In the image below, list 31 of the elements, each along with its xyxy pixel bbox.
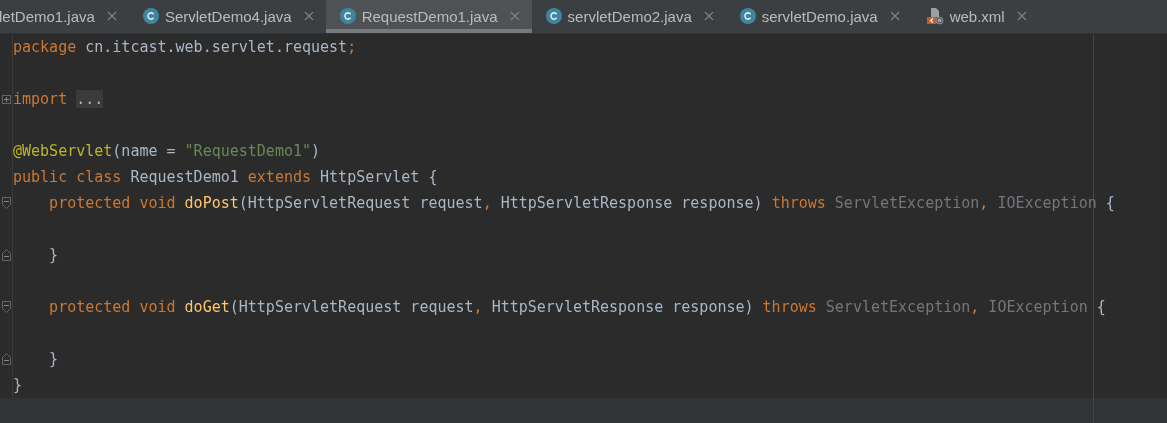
close-icon[interactable]: [303, 11, 314, 22]
code-line: }: [48, 349, 59, 370]
code-line: protected void doGet(HttpServletRequest request, HttpServletResponse response) throws ServletException, IOException {: [48, 297, 1106, 318]
close-icon[interactable]: [889, 11, 900, 22]
class-icon: [142, 8, 159, 25]
code-line: import ...: [13, 89, 104, 110]
collapse-icon[interactable]: [1, 249, 11, 262]
file-tab[interactable]: ServletDemo4.java: [128, 0, 326, 34]
file-tab[interactable]: RequestDemo1.java: [325, 0, 532, 34]
collapse-icon[interactable]: [1, 197, 11, 210]
class-icon: [545, 8, 562, 25]
close-icon[interactable]: [509, 11, 520, 22]
code-line: @WebServlet(name = "RequestDemo1"): [13, 141, 321, 162]
collapse-icon[interactable]: [1, 301, 11, 314]
class-icon: [739, 8, 756, 25]
file-tab[interactable]: servletDemo.java: [725, 0, 912, 34]
code-line: public class RequestDemo1 extends HttpServlet {: [13, 167, 438, 188]
code-line: }: [13, 375, 23, 396]
xml-file-icon: [925, 7, 944, 26]
file-tab[interactable]: web.xml: [911, 0, 1039, 34]
file-tab[interactable]: servletDemo2.java: [531, 0, 726, 34]
expand-icon[interactable]: [1, 94, 11, 104]
code-line: protected void doPost(HttpServletRequest request, HttpServletResponse response) throws ServletException, IOException {: [48, 193, 1115, 214]
close-icon[interactable]: [1016, 11, 1027, 22]
close-icon[interactable]: [106, 11, 117, 22]
close-icon[interactable]: [703, 11, 714, 22]
code-line: }: [48, 245, 59, 266]
file-tab[interactable]: letDemo1.java: [0, 0, 129, 34]
code-line: package cn.itcast.web.servlet.request;: [13, 37, 357, 58]
class-icon: [339, 8, 356, 25]
collapse-icon[interactable]: [1, 353, 11, 366]
